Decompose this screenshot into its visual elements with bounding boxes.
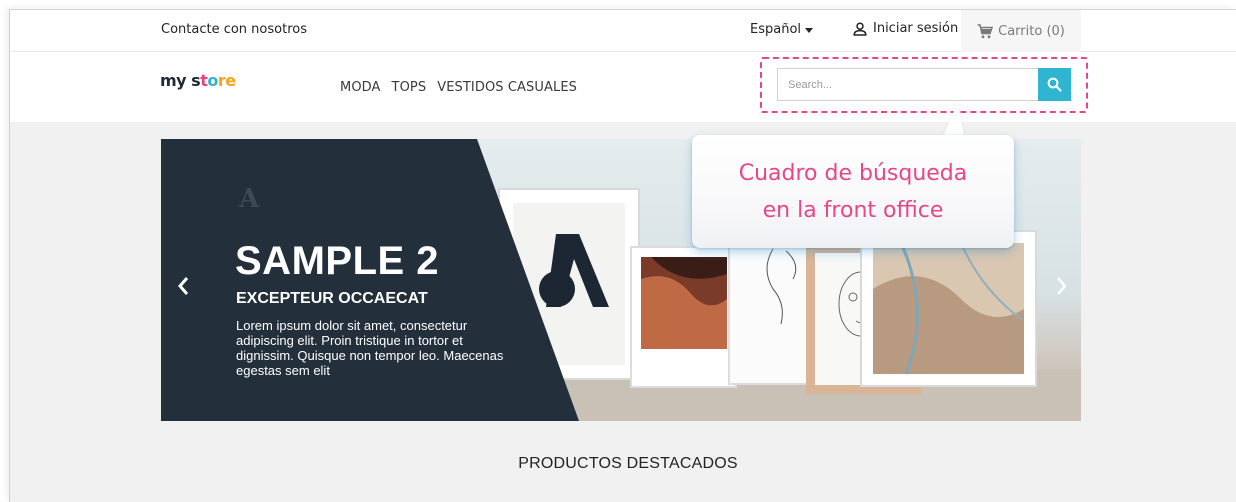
menu-item-moda[interactable]: MODA bbox=[340, 80, 381, 95]
slide-subtitle: EXCEPTEUR OCCAECAT bbox=[236, 290, 428, 307]
annotation-callout: Cuadro de búsqueda en la front office bbox=[692, 135, 1014, 248]
language-selector[interactable]: Español bbox=[750, 22, 814, 37]
slider-next-button[interactable] bbox=[1052, 274, 1072, 298]
cart-label: Carrito (0) bbox=[998, 23, 1065, 39]
menu-item-tops[interactable]: TOPS bbox=[392, 80, 427, 95]
slider-prev-button[interactable] bbox=[173, 274, 193, 298]
language-label: Español bbox=[750, 22, 802, 37]
search-button[interactable] bbox=[1038, 68, 1071, 101]
featured-products-title: PRODUCTOS DESTACADOS bbox=[518, 455, 738, 472]
chevron-left-icon bbox=[178, 277, 189, 295]
slide-logo-mark: A bbox=[239, 184, 260, 214]
browser-viewport: Contacte con nosotros Español Iniciar se… bbox=[9, 9, 1236, 502]
search-input[interactable] bbox=[777, 68, 1038, 101]
site-header: my store MODA TOPS VESTIDOS CASUALES bbox=[10, 52, 1236, 122]
main-menu: MODA TOPS VESTIDOS CASUALES bbox=[340, 80, 577, 95]
cart-icon bbox=[977, 23, 994, 38]
callout-line-1: Cuadro de búsqueda bbox=[738, 160, 968, 186]
login-label: Iniciar sesión bbox=[873, 21, 959, 36]
callout-line-2: en la front office bbox=[762, 197, 944, 223]
logo-text-3: o bbox=[207, 71, 218, 90]
top-bar: Contacte con nosotros Español Iniciar se… bbox=[10, 10, 1236, 52]
logo-text-1: my s bbox=[160, 71, 201, 90]
logo-text-4: re bbox=[217, 71, 236, 90]
menu-item-vestidos-casuales[interactable]: VESTIDOS CASUALES bbox=[437, 80, 577, 95]
slide-description: Lorem ipsum dolor sit amet, consectetur … bbox=[236, 318, 504, 378]
slide-title: SAMPLE 2 bbox=[235, 239, 440, 283]
caret-down-icon bbox=[805, 27, 814, 33]
search-highlight-box bbox=[760, 57, 1088, 113]
chevron-right-icon bbox=[1057, 277, 1067, 295]
store-logo[interactable]: my store bbox=[160, 71, 236, 90]
login-link[interactable]: Iniciar sesión bbox=[853, 21, 958, 36]
cart-button[interactable]: Carrito (0) bbox=[961, 10, 1081, 52]
search-icon bbox=[1047, 77, 1062, 92]
user-icon bbox=[853, 21, 867, 36]
contact-link[interactable]: Contacte con nosotros bbox=[161, 22, 307, 37]
main-content: A SAMPLE 2 EXCEPTEUR OCCAECAT Lorem ipsu… bbox=[10, 122, 1236, 502]
